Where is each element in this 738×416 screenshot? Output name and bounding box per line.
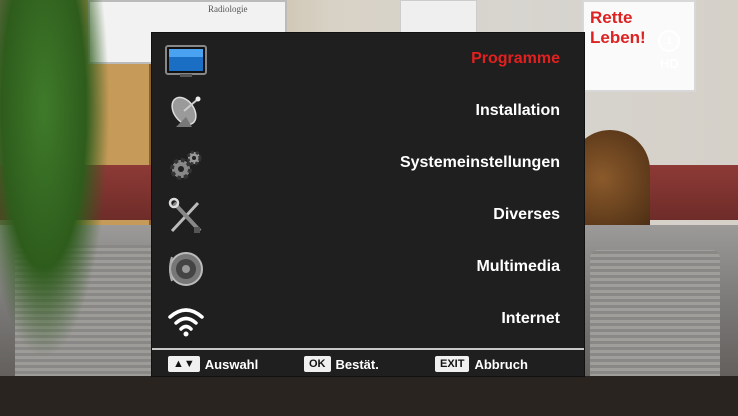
menu-item-multimedia[interactable]: Multimedia bbox=[152, 243, 584, 295]
speaker-icon bbox=[162, 247, 210, 291]
tools-icon bbox=[162, 195, 210, 239]
channel-hd-badge: HD bbox=[660, 56, 679, 71]
up-down-key-icon: ▲▼ bbox=[168, 356, 200, 372]
footer-hints: ▲▼ Auswahl OK Bestät. EXIT Abbruch bbox=[152, 350, 584, 376]
menu-item-label: Systemeinstellungen bbox=[399, 154, 560, 171]
menu-item-label: Diverses bbox=[493, 206, 560, 223]
menu-item-label: Multimedia bbox=[476, 258, 560, 275]
brand-line1: Rette bbox=[590, 8, 633, 27]
menu-item-internet[interactable]: Internet bbox=[152, 295, 584, 347]
menu-item-installation[interactable]: Installation bbox=[152, 87, 584, 139]
exit-key-icon: EXIT bbox=[435, 356, 470, 372]
channel-logo: 1 HD bbox=[658, 30, 688, 80]
menu-item-label: Internet bbox=[501, 310, 560, 327]
menu-item-label: Installation bbox=[475, 102, 560, 119]
satellite-dish-icon bbox=[162, 91, 210, 135]
main-menu: Programme Installation Systemeinstellung… bbox=[152, 33, 584, 376]
menu-item-systemeinstellungen[interactable]: Systemeinstellungen bbox=[152, 139, 584, 191]
poster-text: Radiologie bbox=[208, 4, 248, 14]
menu-item-diverses[interactable]: Diverses bbox=[152, 191, 584, 243]
wifi-icon bbox=[162, 299, 210, 343]
background-plant bbox=[0, 0, 110, 360]
menu-item-programme[interactable]: Programme bbox=[152, 35, 584, 87]
tv-icon bbox=[162, 39, 210, 83]
hint-navigate: ▲▼ Auswahl bbox=[168, 356, 258, 372]
hint-exit: EXIT Abbruch bbox=[435, 356, 528, 372]
channel-logo-mark: 1 bbox=[658, 30, 680, 52]
hint-ok: OK Bestät. bbox=[304, 356, 379, 372]
ok-key-icon: OK bbox=[304, 356, 331, 372]
hint-exit-label: Abbruch bbox=[474, 356, 528, 372]
hint-navigate-label: Auswahl bbox=[204, 356, 259, 372]
hint-ok-label: Bestät. bbox=[335, 356, 379, 372]
gears-icon bbox=[162, 143, 210, 187]
menu-item-label: Programme bbox=[471, 50, 560, 67]
background-bottom bbox=[0, 376, 738, 416]
brand-line2: Leben! bbox=[590, 28, 646, 47]
